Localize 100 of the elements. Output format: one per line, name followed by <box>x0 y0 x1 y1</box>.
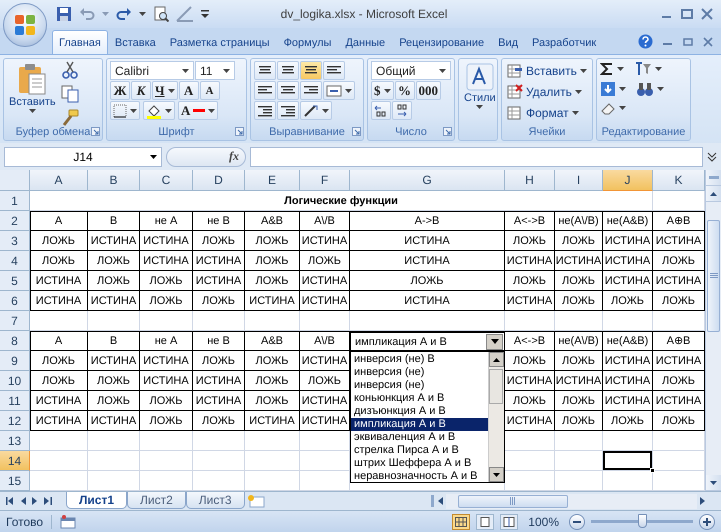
row-header[interactable]: 14 <box>0 451 30 471</box>
row-header[interactable]: 11 <box>0 391 30 411</box>
column-header[interactable]: H <box>505 170 555 191</box>
dropdown-option[interactable]: инверсия (не) <box>351 379 488 392</box>
row-header[interactable]: 8 <box>0 331 30 351</box>
dialog-launcher-icon[interactable] <box>352 127 361 136</box>
row-header[interactable]: 1 <box>0 191 30 211</box>
restore-icon[interactable] <box>683 36 693 46</box>
dropdown-option[interactable]: неравнозначность А и В <box>351 470 488 483</box>
close-icon[interactable] <box>703 36 713 46</box>
fill-down-icon[interactable] <box>600 81 616 97</box>
sum-icon[interactable] <box>600 62 614 76</box>
row-header[interactable]: 2 <box>0 211 30 231</box>
horizontal-scrollbar[interactable] <box>446 494 697 508</box>
column-header[interactable]: B <box>88 170 140 191</box>
borders-button[interactable] <box>110 101 140 120</box>
vertical-scrollbar[interactable] <box>705 170 721 491</box>
row-header[interactable]: 4 <box>0 251 30 271</box>
right-arrow-icon[interactable] <box>700 497 705 505</box>
font-color-button[interactable]: A <box>178 101 218 120</box>
name-box[interactable]: J14 <box>4 146 162 166</box>
dropdown-option[interactable]: стрелка Пирса А и В <box>351 444 488 457</box>
row-header[interactable]: 7 <box>0 311 30 331</box>
ribbon-tab[interactable]: Формулы <box>276 30 338 54</box>
row-header[interactable]: 12 <box>0 411 30 431</box>
maximize-icon[interactable] <box>681 8 693 20</box>
first-sheet-icon[interactable] <box>6 497 14 505</box>
ribbon-tab[interactable]: Вставка <box>108 30 163 54</box>
column-header[interactable]: E <box>245 170 300 191</box>
decrease-decimal-button[interactable] <box>392 101 412 120</box>
eraser-icon[interactable] <box>600 101 616 115</box>
bold-button[interactable]: Ж <box>110 81 130 100</box>
row-header[interactable]: 6 <box>0 291 30 311</box>
copy-icon[interactable] <box>60 85 79 103</box>
dialog-launcher-icon[interactable] <box>235 127 244 136</box>
zoom-slider-thumb[interactable] <box>638 514 647 528</box>
sort-filter-icon[interactable] <box>634 61 652 77</box>
active-cell[interactable] <box>603 451 653 471</box>
cells-button[interactable]: Вставить <box>505 61 589 80</box>
next-sheet-icon[interactable] <box>32 497 38 505</box>
row-header[interactable]: 9 <box>0 351 30 371</box>
merge-button[interactable] <box>323 81 355 100</box>
ribbon-tab[interactable]: Вид <box>491 30 526 54</box>
thousands-button[interactable]: 000 <box>416 81 441 100</box>
italic-button[interactable]: К <box>131 81 151 100</box>
previous-sheet-icon[interactable] <box>20 497 26 505</box>
zoom-out-button[interactable] <box>569 514 585 530</box>
currency-button[interactable]: $ <box>371 81 394 100</box>
align-left-button[interactable] <box>254 81 276 100</box>
sheet-tab[interactable]: Лист1 <box>66 492 128 508</box>
scissors-icon[interactable] <box>60 61 79 79</box>
fill-color-button[interactable] <box>143 101 175 120</box>
scrollbar-thumb[interactable] <box>489 369 503 404</box>
percent-button[interactable]: % <box>394 81 414 100</box>
ribbon-tab[interactable]: Разметка страницы <box>162 30 277 54</box>
styles-button[interactable]: Стили <box>462 61 498 122</box>
row-header[interactable]: 3 <box>0 231 30 251</box>
cells-button[interactable]: Удалить <box>505 82 589 101</box>
close-icon[interactable] <box>701 8 713 20</box>
column-header[interactable]: D <box>193 170 245 191</box>
row-header[interactable]: 10 <box>0 371 30 391</box>
help-icon[interactable] <box>638 34 653 49</box>
column-header[interactable]: K <box>653 170 705 191</box>
align-right-button[interactable] <box>300 81 322 100</box>
number-format-select[interactable]: Общий <box>371 61 451 80</box>
increase-decimal-button[interactable] <box>371 101 391 120</box>
font-size-select[interactable]: 11 <box>195 61 235 80</box>
decrease-indent-button[interactable] <box>254 101 276 120</box>
column-header[interactable]: G <box>350 170 505 191</box>
dropdown-option[interactable]: эквиваленция А и В <box>351 431 488 444</box>
align-middle-button[interactable] <box>277 61 299 80</box>
macro-record-icon[interactable] <box>60 514 76 528</box>
wrap-text-button[interactable] <box>323 61 345 80</box>
dialog-launcher-icon[interactable] <box>443 127 452 136</box>
format-painter-icon[interactable] <box>60 109 79 127</box>
increase-indent-button[interactable] <box>277 101 299 120</box>
expand-icon[interactable] <box>707 150 717 162</box>
redo-icon[interactable] <box>116 6 132 22</box>
left-arrow-icon[interactable] <box>438 497 443 505</box>
zoom-in-button[interactable] <box>699 514 715 530</box>
split-handle-icon[interactable] <box>431 495 435 507</box>
scroll-down-button[interactable] <box>489 467 504 482</box>
insert-function-button[interactable]: fx <box>229 149 239 164</box>
font-select[interactable]: Calibri <box>110 61 194 80</box>
row-header[interactable]: 13 <box>0 431 30 451</box>
dropdown-button[interactable] <box>486 334 503 350</box>
zoom-level[interactable]: 100% <box>524 514 563 528</box>
column-header[interactable]: C <box>140 170 193 191</box>
ribbon-tab[interactable]: Главная <box>52 30 108 54</box>
binoculars-icon[interactable] <box>636 81 654 97</box>
dropdown-option[interactable]: инверсия (не) <box>351 366 488 379</box>
dropdown-option[interactable]: дизъюнкция А и В <box>351 405 488 418</box>
scroll-up-button[interactable] <box>489 352 504 367</box>
sheet-tab[interactable]: Лист3 <box>186 492 245 508</box>
row-header[interactable]: 15 <box>0 471 30 491</box>
ribbon-tab[interactable]: Рецензирование <box>392 30 492 54</box>
page-break-button[interactable] <box>500 514 518 530</box>
align-top-button[interactable] <box>254 61 276 80</box>
align-center-button[interactable] <box>277 81 299 100</box>
grow-font-button[interactable]: A <box>178 81 199 100</box>
